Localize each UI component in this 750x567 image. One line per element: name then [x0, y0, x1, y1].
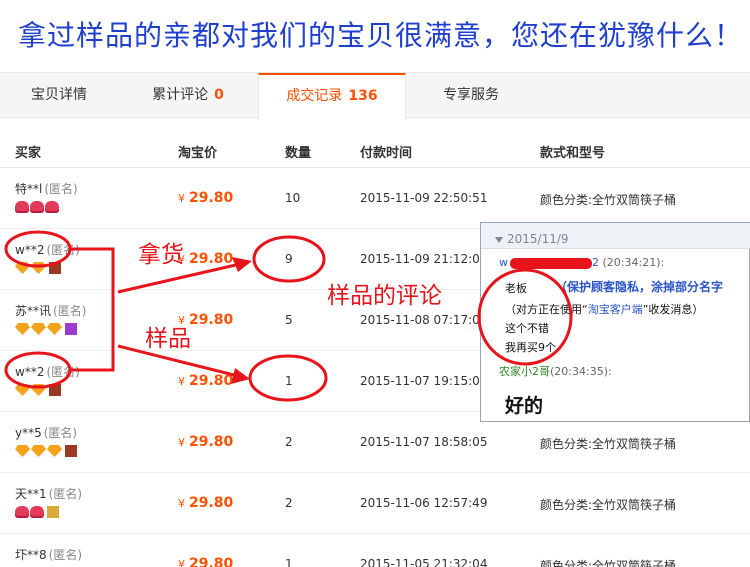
chat-message: （对方正在使用“淘宝客户端”收发消息）: [505, 303, 704, 316]
chat-message: 我再买9个: [505, 341, 556, 354]
buyer-name: y**5 (匿名): [15, 426, 78, 440]
price: ¥29.80: [178, 373, 234, 389]
chat-date: 2015/11/9: [495, 232, 569, 246]
credit-badges: [15, 201, 59, 215]
tab-count: 0: [214, 87, 224, 103]
vip-icon: [49, 384, 61, 396]
diamond-icon: [15, 445, 30, 457]
pay-time: 2015-11-08 07:17:04: [360, 313, 488, 327]
chat-message: 老板: [505, 282, 527, 295]
tab-details[interactable]: 宝贝详情: [0, 73, 118, 118]
heart-icon: [15, 201, 29, 213]
buyer-name: 天**1 (匿名): [15, 487, 83, 501]
redaction-mark: [510, 257, 592, 269]
diamond-icon: [47, 445, 62, 457]
credit-badges: [15, 506, 59, 520]
pay-time: 2015-11-09 22:50:51: [360, 191, 488, 205]
buyer-name: w**2 (匿名): [15, 365, 80, 379]
diamond-icon: [47, 323, 62, 335]
quantity: 9: [285, 252, 293, 266]
quantity: 2: [285, 435, 293, 449]
screenshot-root: 拿过样品的亲都对我们的宝贝很满意，您还在犹豫什么！ 宝贝详情 累计评论 0 成交记…: [0, 0, 750, 567]
credit-badges: [15, 445, 77, 459]
diamond-icon: [15, 323, 30, 335]
price: ¥29.80: [178, 495, 234, 511]
tab-label: 专享服务: [443, 87, 499, 103]
tab-label: 宝贝详情: [31, 87, 87, 103]
heart-icon: [15, 506, 29, 518]
buyer-name: 苏**讯 (匿名): [15, 304, 87, 318]
tab-count: 136: [348, 88, 378, 104]
annotation-sample-review: 样品的评论: [327, 283, 442, 309]
model: 颜色分类:全竹双筒筷子桶: [540, 498, 677, 512]
table-row: 天**1 (匿名) ¥29.80 2 2015-11-06 12:57:49 颜色…: [0, 473, 750, 534]
chat-message: 这个不错: [505, 322, 549, 335]
quantity: 1: [285, 374, 293, 388]
heart-icon: [45, 201, 59, 213]
model: 颜色分类:全竹双筒筷子桶: [540, 193, 677, 207]
header-qty: 数量: [285, 146, 312, 161]
header-time: 付款时间: [360, 146, 413, 161]
diamond-icon: [31, 384, 46, 396]
credit-badges: [15, 262, 61, 276]
annotation-bulk: 拿货: [138, 242, 184, 268]
quantity: 1: [285, 557, 293, 567]
chat-reply: 好的: [505, 395, 544, 417]
pay-time: 2015-11-09 21:12:06: [360, 252, 488, 266]
chat-date-header: 2015/11/9: [481, 223, 750, 249]
model: 颜色分类:全竹双筒筷子桶: [540, 437, 677, 451]
privacy-note: （保护顾客隐私，涂掉部分名字: [555, 280, 724, 294]
vip-icon: [65, 445, 77, 457]
header-model: 款式和型号: [540, 146, 606, 161]
buyer-name: 特**l (匿名): [15, 182, 78, 196]
collapse-triangle-icon: [495, 236, 503, 243]
price: ¥29.80: [178, 251, 234, 267]
buyer-name: w**2 (匿名): [15, 243, 80, 257]
tab-label: 累计评论: [152, 87, 209, 103]
quantity: 10: [285, 191, 301, 205]
buyer-name: 圷**8 (匿名): [15, 548, 83, 562]
pay-time: 2015-11-06 12:57:49: [360, 496, 488, 510]
table-row: 特**l (匿名) ¥29.80 10 2015-11-09 22:50:51 颜…: [0, 168, 750, 229]
diamond-icon: [15, 384, 30, 396]
tab-transactions[interactable]: 成交记录 136: [258, 73, 406, 119]
model: 颜色分类:全竹双筒筷子桶: [540, 559, 677, 567]
chat-sender: 农家小2哥(20:34:35):: [499, 365, 612, 378]
price: ¥29.80: [178, 434, 234, 450]
annotation-sample: 样品: [145, 326, 191, 352]
tab-reviews[interactable]: 累计评论 0: [118, 73, 258, 118]
header-buyer: 买家: [15, 146, 42, 161]
tab-services[interactable]: 专享服务: [406, 73, 536, 118]
tab-label: 成交记录: [286, 88, 343, 104]
chat-screenshot: 2015/11/9 w2 (20:34:21): 老板 （保护顾客隐私，涂掉部分…: [480, 222, 750, 422]
header-price: 淘宝价: [178, 146, 218, 161]
chat-sender: w2 (20:34:21):: [499, 256, 665, 269]
heart-icon: [30, 201, 44, 213]
vip-icon: [49, 262, 61, 274]
heart-icon: [30, 506, 44, 518]
quantity: 5: [285, 313, 293, 327]
banner-text: 拿过样品的亲都对我们的宝贝很满意，您还在犹豫什么！: [18, 19, 744, 52]
diamond-icon: [31, 262, 46, 274]
credit-badges: [15, 323, 77, 337]
vip-icon: [47, 506, 59, 518]
pay-time: 2015-11-05 21:32:04: [360, 557, 488, 567]
price: ¥29.80: [178, 556, 234, 567]
tab-bar: 宝贝详情 累计评论 0 成交记录 136 专享服务: [0, 72, 750, 119]
table-header: 买家 淘宝价 数量 付款时间 款式和型号: [0, 130, 750, 168]
diamond-icon: [15, 262, 30, 274]
pay-time: 2015-11-07 18:58:05: [360, 435, 488, 449]
table-row: 圷**8 (匿名) ¥29.80 1 2015-11-05 21:32:04 颜色…: [0, 534, 750, 567]
credit-badges: [15, 384, 61, 398]
diamond-icon: [31, 323, 46, 335]
promo-banner: 拿过样品的亲都对我们的宝贝很满意，您还在犹豫什么！: [0, 0, 750, 72]
diamond-icon: [31, 445, 46, 457]
vip-icon: [65, 323, 77, 335]
price: ¥29.80: [178, 190, 234, 206]
pay-time: 2015-11-07 19:15:03: [360, 374, 488, 388]
quantity: 2: [285, 496, 293, 510]
